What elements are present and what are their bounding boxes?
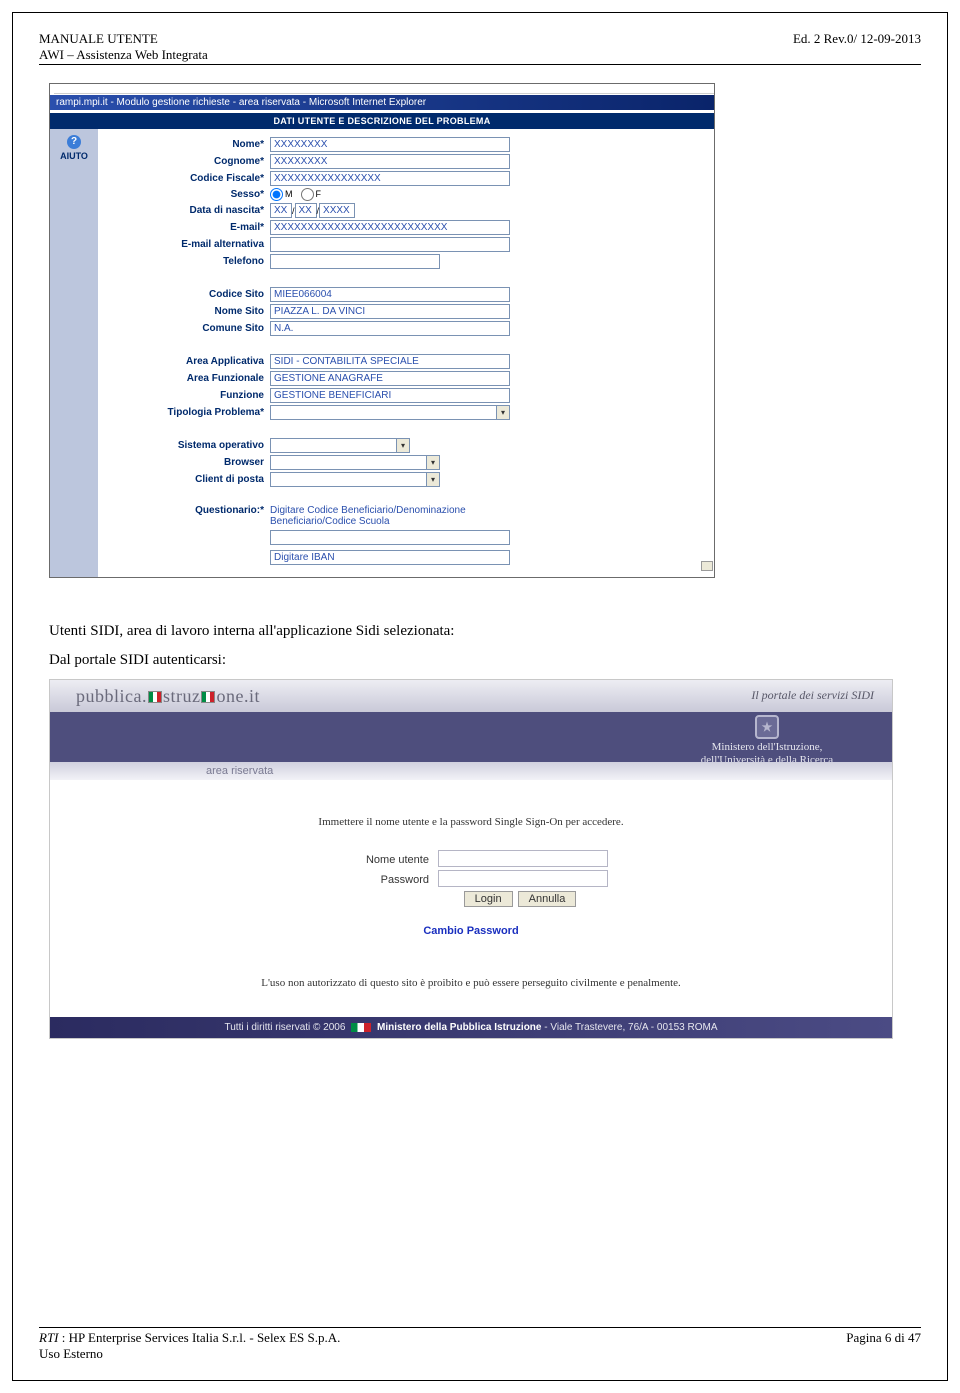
footer-brand: Ministero della Pubblica Istruzione (377, 1022, 541, 1033)
ie-menu-stub (50, 84, 714, 94)
input-dob-year[interactable] (319, 203, 355, 218)
window-title: rampi.mpi.it - Modulo gestione richieste… (50, 95, 714, 110)
flag-icon (148, 691, 162, 703)
portal-footer: Tutti i diritti riservati © 2006 Ministe… (50, 1017, 892, 1038)
help-icon[interactable]: ? (67, 135, 81, 149)
input-dob-day[interactable] (270, 203, 292, 218)
input-telefono[interactable] (270, 254, 440, 269)
form-fields: Nome* Cognome* Codice Fiscale* Sesso* M … (98, 129, 714, 577)
label-telefono: Telefono (102, 256, 270, 267)
label-client-posta: Client di posta (102, 474, 270, 485)
help-sidebar: ? AIUTO (50, 129, 98, 577)
header-title-1: MANUALE UTENTE (39, 31, 208, 47)
input-codice-sito[interactable] (270, 287, 510, 302)
help-label[interactable]: AIUTO (54, 151, 94, 161)
questionario-line1: Digitare Codice Beneficiario/Denominazio… (270, 505, 530, 516)
chevron-down-icon[interactable]: ▾ (426, 473, 439, 486)
footer-rti-prefix: RTI (39, 1330, 59, 1345)
radio-m-label: M (285, 189, 293, 199)
select-browser[interactable] (270, 455, 440, 470)
input-username[interactable] (438, 850, 608, 867)
footer-page-number: Pagina 6 di 47 (846, 1330, 921, 1362)
label-username: Nome utente (334, 854, 429, 866)
footer-rti-rest: : HP Enterprise Services Italia S.r.l. -… (59, 1330, 341, 1345)
input-nome[interactable] (270, 137, 510, 152)
portal-tagline: Il portale dei servizi SIDI (751, 688, 874, 703)
login-block: Immettere il nome utente e la password S… (50, 780, 892, 1017)
input-funzione[interactable] (270, 388, 510, 403)
portal-header: pubblica.struzone.it Il portale dei serv… (50, 680, 892, 780)
label-codice-fiscale: Codice Fiscale* (102, 173, 270, 184)
label-tipologia: Tipologia Problema* (102, 407, 270, 418)
screenshot-login: pubblica.struzone.it Il portale dei serv… (49, 679, 893, 1039)
flag-icon (351, 1023, 371, 1032)
label-area-funzionale: Area Funzionale (102, 373, 270, 384)
login-button[interactable]: Login (464, 891, 513, 907)
select-client-posta[interactable] (270, 472, 440, 487)
login-instruction: Immettere il nome utente e la password S… (50, 816, 892, 828)
label-email: E-mail* (102, 222, 270, 233)
label-questionario: Questionario:* (102, 505, 270, 516)
label-nome: Nome* (102, 139, 270, 150)
label-sistema-operativo: Sistema operativo (102, 440, 270, 451)
select-so[interactable] (270, 438, 410, 453)
label-cognome: Cognome* (102, 156, 270, 167)
label-browser: Browser (102, 457, 270, 468)
input-area-funzionale[interactable] (270, 371, 510, 386)
paragraph-2: Dal portale SIDI autenticarsi: (49, 649, 921, 672)
body-text: Utenti SIDI, area di lavoro interna all'… (49, 620, 921, 671)
change-password-link[interactable]: Cambio Password (50, 925, 892, 937)
emblem-icon: ★ (755, 715, 779, 739)
radio-f[interactable] (301, 188, 314, 201)
label-nome-sito: Nome Sito (102, 306, 270, 317)
input-cognome[interactable] (270, 154, 510, 169)
label-password: Password (334, 874, 429, 886)
header-title-2: AWI – Assistenza Web Integrata (39, 47, 208, 63)
page-header: MANUALE UTENTE AWI – Assistenza Web Inte… (39, 31, 921, 65)
form-section-title: DATI UTENTE E DESCRIZIONE DEL PROBLEMA (50, 113, 714, 129)
chevron-down-icon[interactable]: ▾ (496, 406, 509, 419)
chevron-down-icon[interactable]: ▾ (426, 456, 439, 469)
area-riservata-label: area riservata (206, 765, 273, 777)
input-codice-fiscale[interactable] (270, 171, 510, 186)
input-nome-sito[interactable] (270, 304, 510, 319)
input-email[interactable] (270, 220, 510, 235)
radio-m[interactable] (270, 188, 283, 201)
radio-f-label: F (316, 189, 322, 199)
label-email-alt: E-mail alternativa (102, 239, 270, 250)
scrollbar-stub[interactable] (701, 561, 713, 571)
select-tipologia[interactable] (270, 405, 510, 420)
footer-address: - Viale Trastevere, 76/A - 00153 ROMA (541, 1022, 717, 1033)
portal-crest: ★ Ministero dell'Istruzione, dell'Univer… (662, 715, 872, 767)
input-comune-sito[interactable] (270, 321, 510, 336)
label-comune-sito: Comune Sito (102, 323, 270, 334)
questionario-iban: Digitare IBAN (270, 550, 510, 565)
portal-logo: pubblica.struzone.it (76, 686, 260, 707)
flag-icon (201, 691, 215, 703)
label-funzione: Funzione (102, 390, 270, 401)
cancel-button[interactable]: Annulla (518, 891, 577, 907)
chevron-down-icon[interactable]: ▾ (396, 439, 409, 452)
label-codice-sito: Codice Sito (102, 289, 270, 300)
paragraph-1: Utenti SIDI, area di lavoro interna all'… (49, 620, 921, 643)
questionario-line2: Beneficiario/Codice Scuola (270, 516, 530, 527)
footer-line2: Uso Esterno (39, 1346, 340, 1362)
login-warning: L'uso non autorizzato di questo sito è p… (50, 977, 892, 989)
label-sesso: Sesso* (102, 189, 270, 200)
label-data-nascita: Data di nascita* (102, 205, 270, 216)
footer-copyright: Tutti i diritti riservati © 2006 (225, 1022, 346, 1033)
input-dob-month[interactable] (295, 203, 317, 218)
input-password[interactable] (438, 870, 608, 887)
page-footer: RTI : HP Enterprise Services Italia S.r.… (39, 1327, 921, 1362)
input-questionario-1[interactable] (270, 530, 510, 545)
screenshot-form: rampi.mpi.it - Modulo gestione richieste… (49, 83, 715, 578)
input-area-applicativa[interactable] (270, 354, 510, 369)
crest-line1: Ministero dell'Istruzione, (712, 741, 823, 753)
header-edition: Ed. 2 Rev.0/ 12-09-2013 (793, 31, 921, 47)
label-area-applicativa: Area Applicativa (102, 356, 270, 367)
document-page: MANUALE UTENTE AWI – Assistenza Web Inte… (12, 12, 948, 1381)
input-email-alt[interactable] (270, 237, 510, 252)
